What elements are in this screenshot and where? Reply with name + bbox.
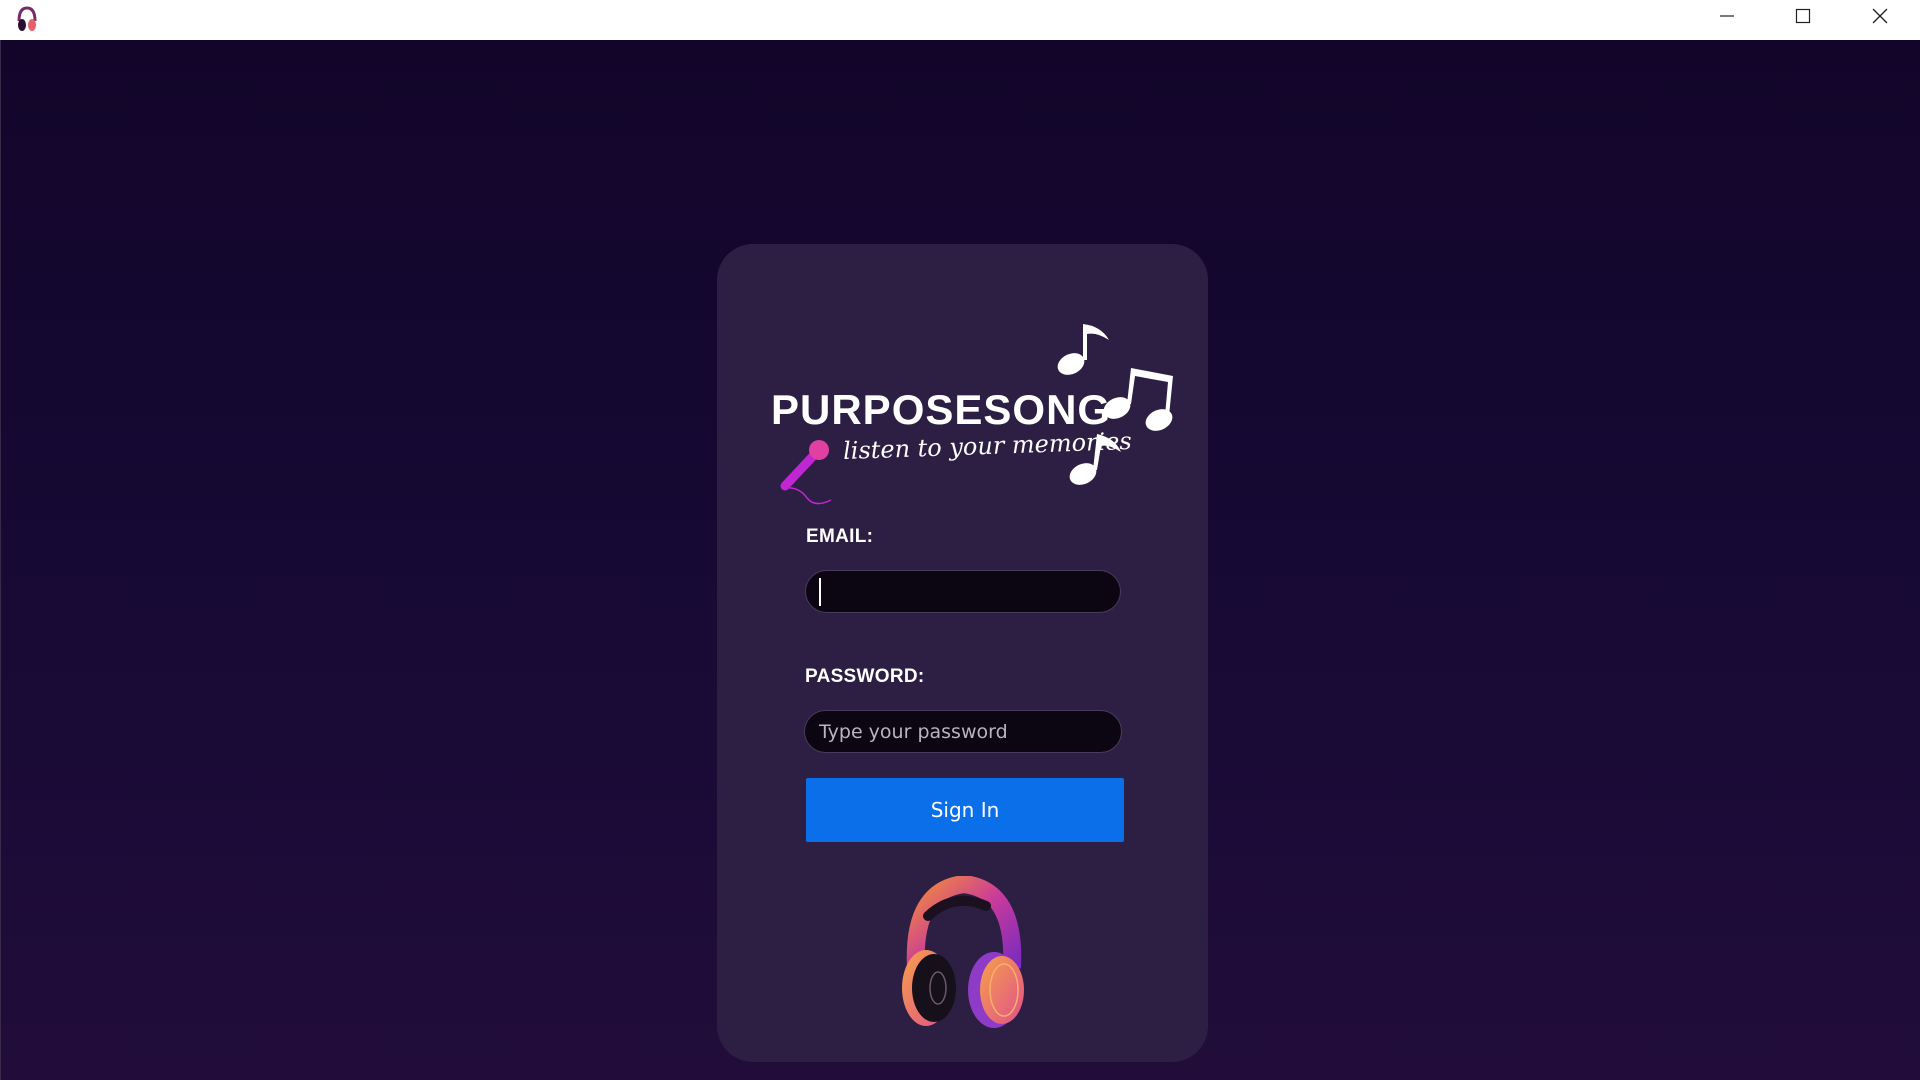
login-card: PURPOSESONG listen to your memories EMAI… [717, 244, 1208, 1062]
email-label: EMAIL: [806, 526, 874, 547]
app-background: PURPOSESONG listen to your memories EMAI… [0, 40, 1920, 1080]
password-field[interactable] [804, 710, 1122, 753]
app-logo-title: PURPOSESONG [771, 386, 1112, 433]
maximize-icon [1795, 8, 1811, 24]
sign-in-button[interactable]: Sign In [806, 778, 1124, 842]
close-icon [1872, 8, 1888, 24]
password-label: PASSWORD: [805, 666, 925, 687]
headphones-illustration [902, 876, 1024, 1028]
minimize-button[interactable] [1691, 0, 1763, 32]
close-button[interactable] [1844, 0, 1916, 32]
headphones-icon [17, 6, 37, 31]
maximize-button[interactable] [1767, 0, 1839, 32]
text-cursor [819, 578, 821, 606]
title-bar [0, 0, 1920, 40]
minimize-icon [1720, 15, 1734, 17]
email-field[interactable] [805, 570, 1121, 613]
